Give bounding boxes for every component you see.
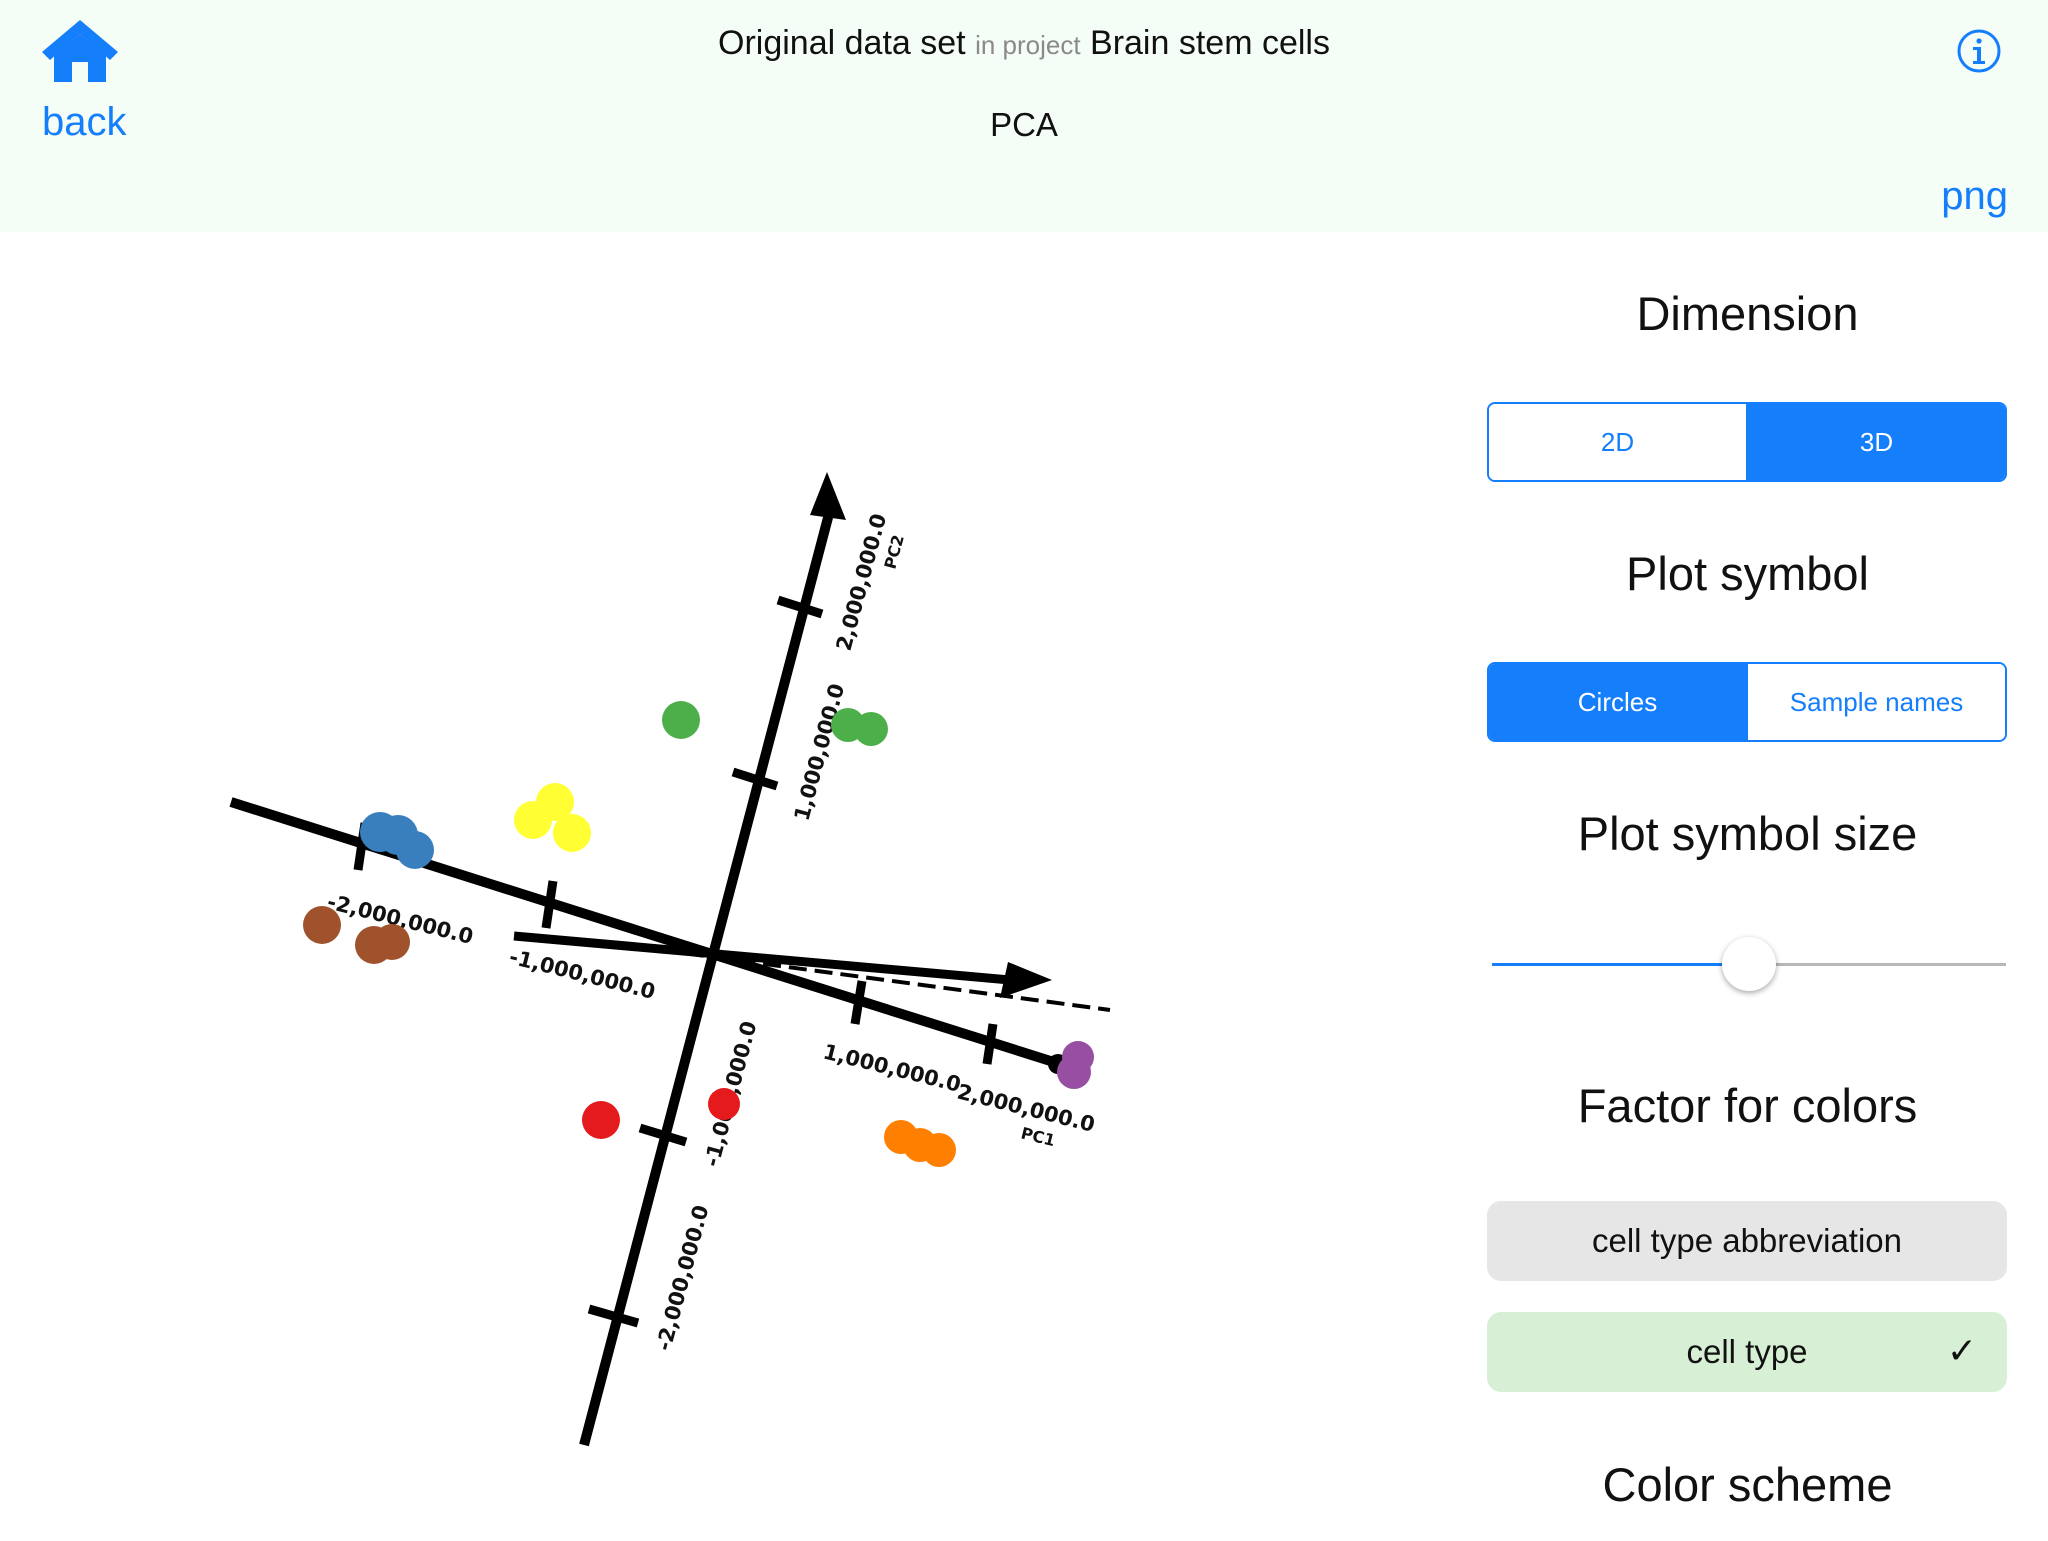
checkmark-icon: ✓ xyxy=(1946,1330,1977,1371)
factor-option-cell-type-abbreviation[interactable]: cell type abbreviation xyxy=(1487,1201,2007,1281)
tick xyxy=(982,1023,998,1065)
plot-symbol-size-title: Plot symbol size xyxy=(1577,807,1918,860)
page-subtitle: PCA xyxy=(990,106,1058,143)
sample-point[interactable] xyxy=(514,801,552,839)
tick-labels: -2,000,000.0 -1,000,000.0 1,000,000.0 2,… xyxy=(325,511,1097,1353)
png-export-button[interactable]: png xyxy=(1941,174,2008,219)
pca-plot[interactable]: -2,000,000.0 -1,000,000.0 1,000,000.0 2,… xyxy=(0,232,1450,1536)
tick-label-pc2-neg2: -2,000,000.0 xyxy=(652,1203,714,1354)
sample-point[interactable] xyxy=(922,1133,956,1167)
plot-symbol-segmented-control: Circles Sample names xyxy=(1487,662,2007,742)
page-title: Original data set in project Brain stem … xyxy=(0,24,2048,63)
axis-pc1-arrowhead xyxy=(1000,962,1052,998)
settings-panel: Dimension 2D 3D Plot symbol Circles Samp… xyxy=(1470,232,2048,1536)
sample-point[interactable] xyxy=(854,712,888,746)
plot-symbol-title: Plot symbol xyxy=(1626,547,1869,600)
sample-point[interactable] xyxy=(1057,1055,1091,1089)
symbol-circles-option[interactable]: Circles xyxy=(1489,664,1746,740)
tick xyxy=(850,980,867,1025)
tick xyxy=(541,880,558,929)
dimension-2d-option[interactable]: 2D xyxy=(1489,404,1746,480)
symbol-size-slider[interactable] xyxy=(1492,935,2008,995)
tick-label-pc1-pos1: 1,000,000.0 xyxy=(821,1040,963,1097)
sample-point[interactable] xyxy=(582,1101,620,1139)
sample-point[interactable] xyxy=(374,924,410,960)
slider-thumb[interactable] xyxy=(1722,937,1776,991)
dimension-title: Dimension xyxy=(1636,287,1859,340)
axis-horizontal-line xyxy=(229,797,1062,1069)
dimension-segmented-control: 2D 3D xyxy=(1487,402,2007,482)
pca-3d-canvas[interactable]: -2,000,000.0 -1,000,000.0 1,000,000.0 2,… xyxy=(0,232,1450,1536)
sample-point[interactable] xyxy=(708,1088,740,1120)
nav-header: back Original data set in project Brain … xyxy=(0,0,2048,232)
dimension-3d-option[interactable]: 3D xyxy=(1746,404,2005,480)
sample-point[interactable] xyxy=(303,906,341,944)
sample-point[interactable] xyxy=(396,831,434,869)
slider-track-empty xyxy=(1749,963,2006,966)
in-project-label: in project xyxy=(975,30,1081,60)
axis-label-pc1: PC1 xyxy=(1019,1123,1057,1150)
sample-point[interactable] xyxy=(553,814,591,852)
slider-track-filled xyxy=(1492,963,1749,966)
factor-option-label: cell type abbreviation xyxy=(1591,1222,1903,1259)
factor-option-label: cell type xyxy=(1686,1333,1808,1370)
symbol-sample-names-option[interactable]: Sample names xyxy=(1746,664,2005,740)
factor-colors-title: Factor for colors xyxy=(1577,1079,1918,1132)
info-icon[interactable] xyxy=(1956,28,2002,74)
tick-label-pc2-pos2: 2,000,000.0 xyxy=(832,511,892,653)
dataset-name: Original data set xyxy=(718,24,966,62)
tick-label-pc2-pos1: 1,000,000.0 xyxy=(790,681,850,823)
project-name: Brain stem cells xyxy=(1090,24,1330,62)
tick-label-pc1-neg1: -1,000,000.0 xyxy=(507,945,658,1004)
sample-point[interactable] xyxy=(662,701,700,739)
color-scheme-title: Color scheme xyxy=(1602,1458,1893,1511)
axis-pc2-arrowhead xyxy=(810,472,846,520)
factor-option-cell-type[interactable]: cell type ✓ xyxy=(1487,1312,2007,1392)
